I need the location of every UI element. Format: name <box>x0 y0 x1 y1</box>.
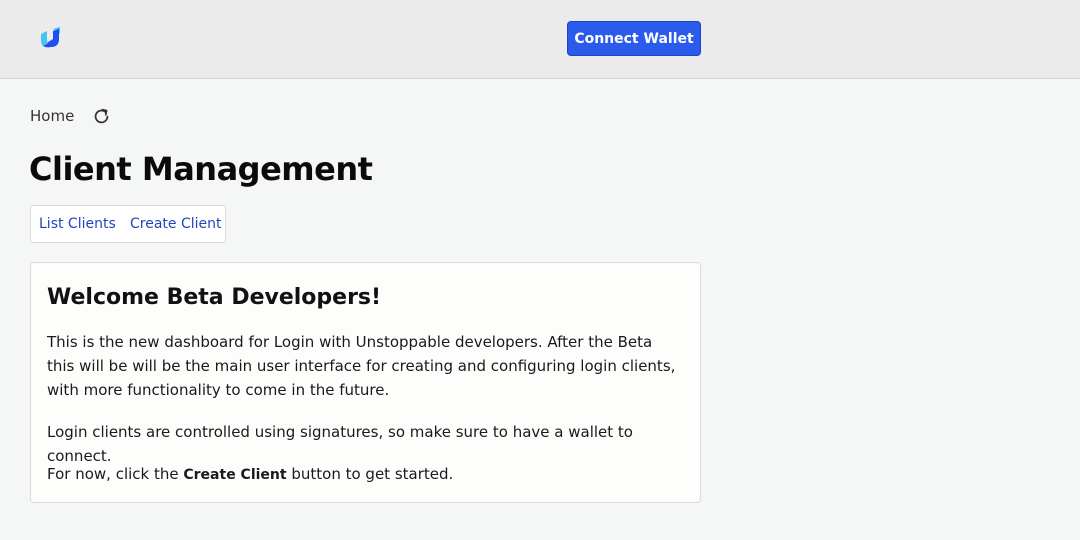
breadcrumb-home[interactable]: Home <box>30 107 74 125</box>
refresh-icon[interactable] <box>92 107 111 126</box>
tab-list-clients[interactable]: List Clients <box>39 206 116 242</box>
connect-wallet-button[interactable]: Connect Wallet <box>567 21 701 56</box>
get-started-text-after: button to get started. <box>286 465 454 483</box>
top-bar: Connect Wallet <box>0 0 1080 79</box>
welcome-paragraph-signatures: Login clients are controlled using signa… <box>47 423 633 465</box>
page-title: Client Management <box>29 150 373 188</box>
welcome-paragraph-get-started: For now, click the Create Client button … <box>47 462 677 487</box>
welcome-heading: Welcome Beta Developers! <box>47 285 382 310</box>
unstoppable-logo-icon[interactable] <box>38 27 62 49</box>
create-client-inline-label: Create Client <box>183 467 287 483</box>
welcome-card: Welcome Beta Developers! This is the new… <box>30 262 701 503</box>
welcome-paragraph-intro: This is the new dashboard for Login with… <box>47 333 676 399</box>
client-tabs: List Clients Create Client <box>30 205 226 243</box>
get-started-text-before: For now, click the <box>47 465 184 483</box>
tab-create-client[interactable]: Create Client <box>130 206 222 242</box>
breadcrumb: Home <box>30 104 111 128</box>
